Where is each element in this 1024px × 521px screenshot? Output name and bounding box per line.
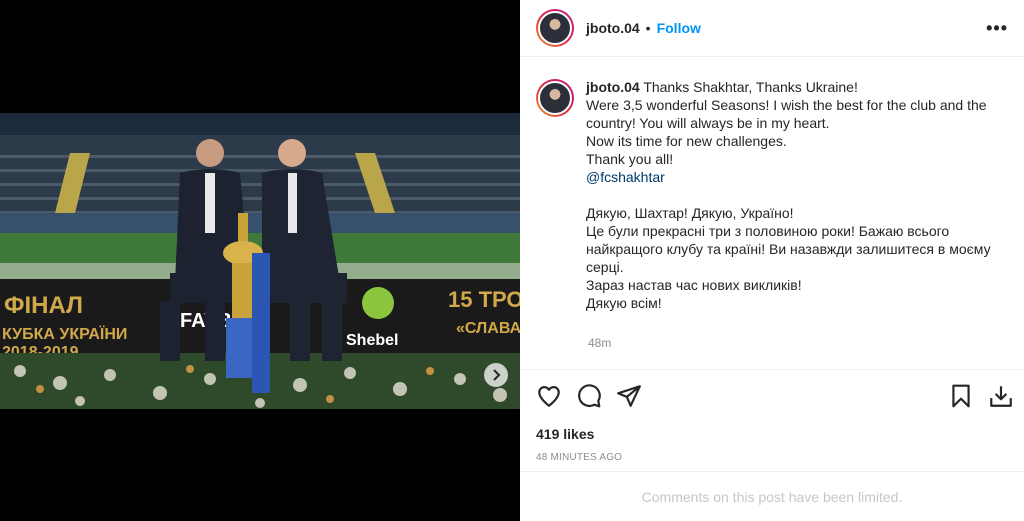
caption-age[interactable]: 48m — [588, 336, 611, 350]
post-photo[interactable]: ФІНАЛ КУБКА УКРАЇНИ 2018-2019 FAVBET She… — [0, 113, 520, 409]
avatar-image — [538, 81, 572, 115]
caption-avatar[interactable] — [536, 79, 574, 117]
post-side-panel: jboto.04 • Follow ••• jboto.04 Thanks Sh… — [520, 0, 1024, 521]
caption-ua-line: Дякую всім! — [586, 295, 662, 311]
caption-line: Were 3,5 wonderful Seasons! I wish the b… — [586, 97, 987, 131]
bookmark-icon[interactable] — [948, 383, 974, 409]
caption: jboto.04 Thanks Shakhtar, Thanks Ukraine… — [536, 78, 1011, 312]
heart-icon[interactable] — [536, 383, 562, 409]
avatar-image — [538, 11, 572, 45]
follow-button[interactable]: Follow — [657, 20, 701, 36]
caption-ua-line: Зараз настав час нових викликів! — [586, 277, 802, 293]
banner-glory-text: «СЛАВА — [456, 320, 520, 337]
avatar[interactable] — [536, 9, 574, 47]
caption-ua-line: Це були прекрасні три з половиною роки! … — [586, 223, 991, 275]
chevron-right-icon — [491, 369, 501, 381]
mention-link[interactable]: @fcshakhtar — [586, 169, 665, 185]
caption-line: Thanks Shakhtar, Thanks Ukraine! — [643, 79, 858, 95]
post-header: jboto.04 • Follow ••• — [520, 0, 1024, 57]
next-photo-button[interactable] — [484, 363, 508, 387]
share-icon[interactable] — [616, 383, 642, 409]
download-icon[interactable] — [988, 383, 1014, 409]
action-bar — [520, 369, 1024, 423]
likes-count[interactable]: 419 likes — [536, 426, 594, 442]
instagram-post-view: ФІНАЛ КУБКА УКРАЇНИ 2018-2019 FAVBET She… — [0, 0, 1024, 521]
comments-limited-notice: Comments on this post have been limited. — [520, 471, 1024, 521]
caption-body: jboto.04 Thanks Shakhtar, Thanks Ukraine… — [586, 78, 1006, 312]
banner-sponsor-shebel: Shebel — [346, 332, 398, 349]
post-timestamp[interactable]: 48 MINUTES AGO — [536, 452, 622, 463]
stadium-photo: ФІНАЛ КУБКА УКРАЇНИ 2018-2019 FAVBET She… — [0, 113, 520, 409]
caption-line: Now its time for new challenges. — [586, 133, 787, 149]
more-options-icon[interactable]: ••• — [986, 18, 1008, 39]
header-username[interactable]: jboto.04 — [586, 20, 640, 36]
caption-line: Thank you all! — [586, 151, 674, 167]
media-panel: ФІНАЛ КУБКА УКРАЇНИ 2018-2019 FAVBET She… — [0, 0, 520, 521]
banner-final-text: ФІНАЛ — [4, 292, 83, 319]
separator-dot: • — [645, 20, 651, 36]
caption-username[interactable]: jboto.04 — [586, 79, 640, 95]
banner-cup-text: КУБКА УКРАЇНИ — [2, 325, 127, 343]
caption-ua-line: Дякую, Шахтар! Дякую, Україно! — [586, 205, 794, 221]
comment-icon[interactable] — [576, 383, 602, 409]
banner-trophy-text: 15 ТРОФЕЙ — [448, 287, 520, 312]
